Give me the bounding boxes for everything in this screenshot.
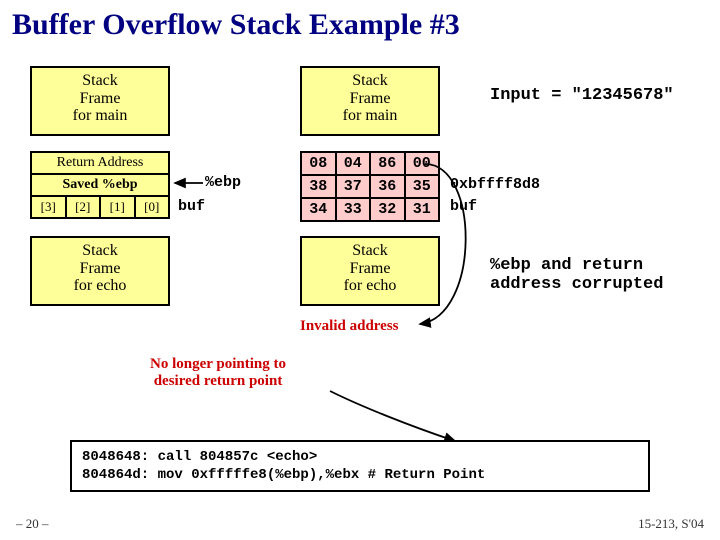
left-return-address: Return Address [32,153,168,173]
buf-pointer-label: buf [178,198,205,215]
byte-86: 86 [369,153,404,174]
byte-00: 00 [404,153,439,174]
byte-35: 35 [404,176,439,197]
byte-37: 37 [335,176,370,197]
byte-33: 33 [335,199,370,220]
right-row-1: 08 04 86 00 [302,153,438,174]
left-echo-frame: Stack Frame for echo [30,236,170,306]
byte-38: 38 [302,176,335,197]
course-footer: 15-213, S'04 [638,516,704,532]
right-ebp-value: 0xbffff8d8 [450,176,540,193]
left-buf-0: [0] [134,197,169,217]
byte-08: 08 [302,153,335,174]
right-echo-frame: Stack Frame for echo [300,236,440,306]
right-main-frame: Stack Frame for main [300,66,440,136]
left-buf-2: [2] [65,197,100,217]
right-frame-table: 08 04 86 00 38 37 36 35 34 33 32 31 [300,151,440,222]
right-buf-label: buf [450,198,477,215]
ebp-pointer-label: %ebp [205,174,241,191]
corruption-label: %ebp and return address corrupted [490,256,663,294]
page-title: Buffer Overflow Stack Example #3 [0,0,720,46]
left-buf-row: [3] [2] [1] [0] [32,195,168,217]
byte-36: 36 [369,176,404,197]
left-main-frame: Stack Frame for main [30,66,170,136]
input-value-label: Input = "12345678" [490,86,674,105]
invalid-address-label: Invalid address [300,318,399,335]
byte-04: 04 [335,153,370,174]
code-line-2: 804864d: mov 0xfffffe8(%ebp),%ebx # Retu… [82,466,638,484]
left-buf-1: [1] [99,197,134,217]
left-frame-table: Return Address Saved %ebp [3] [2] [1] [0… [30,151,170,219]
no-longer-pointing-label: No longer pointing to desired return poi… [150,356,286,390]
left-saved-ebp: Saved %ebp [32,175,168,195]
right-row-3: 34 33 32 31 [302,197,438,220]
right-row-2: 38 37 36 35 [302,174,438,197]
diagram-stage: Stack Frame for main Return Address Save… [0,46,720,406]
byte-34: 34 [302,199,335,220]
left-buf-3: [3] [32,197,65,217]
assembly-code-box: 8048648: call 804857c <echo> 804864d: mo… [70,440,650,492]
byte-32: 32 [369,199,404,220]
slide-number: – 20 – [16,516,49,532]
byte-31: 31 [404,199,439,220]
code-line-1: 8048648: call 804857c <echo> [82,448,638,466]
